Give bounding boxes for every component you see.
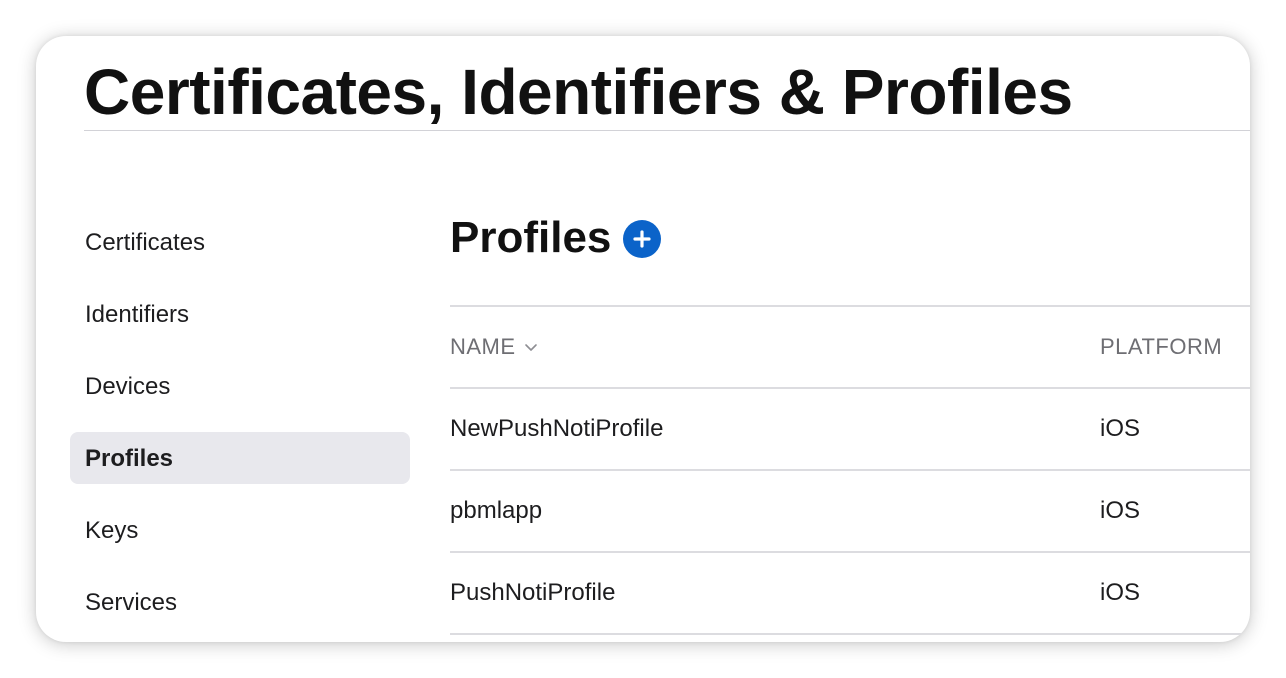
sidebar-item-keys[interactable]: Keys (70, 504, 410, 556)
profile-platform: iOS (1100, 497, 1141, 524)
table-divider (450, 633, 1250, 635)
column-header-platform[interactable]: PLATFORM (1100, 307, 1222, 387)
column-header-label: NAME (450, 334, 516, 359)
main-card: Certificates, Identifiers & Profiles Cer… (36, 36, 1250, 642)
add-profile-button[interactable] (623, 220, 662, 258)
column-header-label: PLATFORM (1100, 334, 1223, 359)
profile-platform: iOS (1100, 579, 1141, 606)
sidebar-item-identifiers[interactable]: Identifiers (70, 288, 410, 340)
profile-name[interactable]: PushNotiProfile (450, 553, 615, 633)
section-header: Profiles (450, 208, 662, 268)
sidebar-item-devices[interactable]: Devices (70, 360, 410, 412)
page-title: Certificates, Identifiers & Profiles (84, 56, 1073, 128)
sidebar-item-profiles[interactable]: Profiles (70, 432, 410, 484)
sidebar-item-services[interactable]: Services (70, 576, 410, 628)
sidebar-item-label: Identifiers (85, 301, 190, 328)
profile-name[interactable]: NewPushNotiProfile (450, 389, 663, 469)
plus-circle-icon (633, 230, 651, 248)
sidebar-item-label: Keys (85, 517, 139, 544)
title-divider (84, 130, 1250, 131)
section-title: Profiles (450, 213, 612, 262)
table-row[interactable]: PushNotiProfile iOS (450, 553, 1250, 633)
profile-platform: iOS (1100, 415, 1141, 442)
column-header-name[interactable]: NAME (450, 307, 538, 387)
sidebar-item-label: Services (85, 589, 178, 616)
chevron-down-icon (524, 343, 537, 351)
sidebar-item-certificates[interactable]: Certificates (70, 216, 410, 268)
profile-name[interactable]: pbmlapp (450, 471, 542, 551)
table-row[interactable]: pbmlapp iOS (450, 471, 1250, 551)
sidebar-nav: Certificates Identifiers Devices Profile… (70, 216, 410, 642)
sidebar-item-label: Devices (85, 373, 171, 400)
sidebar-item-label: Certificates (85, 229, 206, 256)
table-header-row: NAME PLATFORM (450, 307, 1250, 387)
profiles-table: NAME PLATFORM NewPushNotiProfile iOS pbm… (450, 305, 1250, 635)
table-row[interactable]: NewPushNotiProfile iOS (450, 389, 1250, 469)
sidebar-item-label: Profiles (85, 445, 174, 472)
